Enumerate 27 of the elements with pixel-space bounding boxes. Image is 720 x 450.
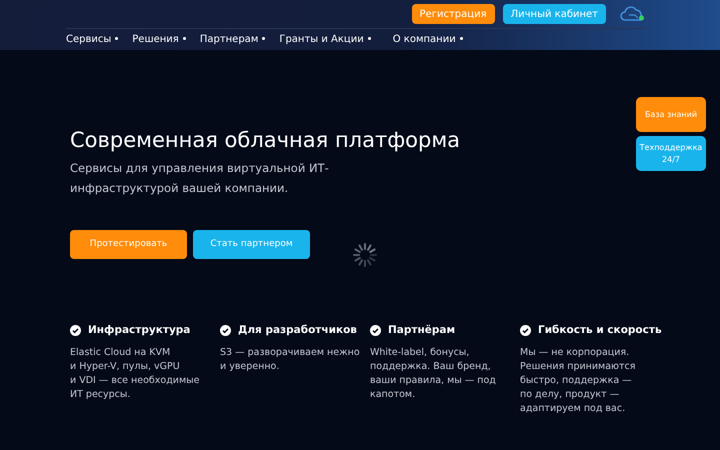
hero-title: Современная облачная платформа xyxy=(70,128,460,152)
feature-title: Партнёрам xyxy=(388,324,456,336)
cta-button[interactable]: Стать партнером xyxy=(193,230,310,258)
nav-link[interactable]: О компании xyxy=(392,34,456,44)
side-button[interactable]: Техподдержка 24/7 xyxy=(636,136,706,171)
header-button[interactable]: Регистрация xyxy=(412,4,495,24)
check-icon xyxy=(370,324,381,336)
cta-button[interactable]: Протестировать xyxy=(70,230,187,258)
check-icon xyxy=(220,324,231,336)
header-button[interactable]: Личный кабинет xyxy=(502,4,606,24)
cloud-logo-icon xyxy=(620,5,646,23)
nav-link[interactable]: Сервисы xyxy=(66,34,112,44)
feature-title: Для разработчиков xyxy=(238,324,357,336)
hero-subtitle: Сервисы для управления виртуальной ИТ-инфраструктурой вашей компании. xyxy=(70,160,330,197)
feature-title: Инфраструктура xyxy=(88,324,190,336)
check-icon xyxy=(520,324,531,336)
check-icon xyxy=(70,324,81,336)
feature-text: White-label, бонусы, поддержка. Ваш бренд, ваши правила, мы — под капотом. xyxy=(370,346,497,402)
nav-link[interactable]: Партнерам xyxy=(200,34,258,44)
nav-link[interactable]: Решения xyxy=(132,34,179,44)
feature-title: Гибкость и скорость xyxy=(538,324,662,336)
feature-text: Мы — не корпорация. Решения принимаются быстро, поддержка — по делу, продукт — адаптируем под вас. xyxy=(520,346,636,416)
feature-text: Elastic Cloud на KVM и Hyper-V, пулы, vGPU и VDI — все необходимые ИТ ресурсы. xyxy=(70,346,200,402)
loading-spinner-icon xyxy=(352,242,378,268)
side-button[interactable]: База знаний xyxy=(636,97,706,132)
feature-text: S3 — разворачиваем нежно и уверенно. xyxy=(220,346,361,374)
nav-link[interactable]: Гранты и Акции xyxy=(279,34,364,44)
